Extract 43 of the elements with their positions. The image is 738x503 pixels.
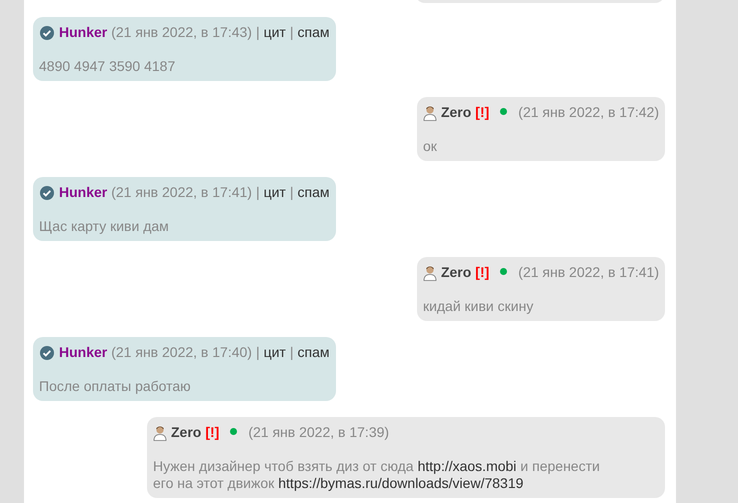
flag-mark: [!] (205, 424, 220, 441)
author-name[interactable]: Zero (171, 424, 202, 441)
action-link[interactable]: цит (264, 344, 286, 361)
separator: | (256, 184, 260, 201)
message-text: Нужен дизайнер чтоб взять диз от сюда (153, 458, 414, 475)
separator: | (290, 24, 294, 41)
author-name[interactable]: Zero (440, 104, 472, 121)
message-text: кидай киви скину (422, 298, 534, 315)
user-avatar-icon (422, 264, 437, 280)
message-time: (21 янв 2022, в 17:39) (248, 424, 390, 441)
message-text: 4890 4947 3590 4187 (39, 58, 176, 75)
flag-mark: [!] (475, 264, 490, 281)
message-time: (21 янв 2022, в 17:41) (518, 264, 659, 281)
verified-badge-icon (39, 184, 55, 200)
author-name[interactable]: Hunker (59, 184, 108, 201)
user-avatar-icon (422, 104, 437, 120)
flag-mark: [!] (475, 104, 490, 121)
separator: | (256, 344, 260, 361)
action-link[interactable]: спам (298, 184, 330, 201)
message-text: его на этот движок (153, 475, 274, 492)
author-name[interactable]: Hunker (59, 24, 108, 41)
message-link[interactable]: http://xaos.mobi (418, 458, 516, 475)
action-link[interactable]: цит (264, 24, 286, 41)
author-name[interactable]: Zero (440, 264, 472, 281)
separator: | (256, 24, 260, 41)
message-time: (21 янв 2022, в 17:40) (111, 344, 252, 361)
message-text: После оплаты работаю (39, 378, 191, 395)
verified-badge-icon (39, 344, 55, 360)
message-time: (21 янв 2022, в 17:43) (111, 24, 252, 41)
message-link[interactable]: https://bymas.ru/downloads/view/78319 (278, 475, 524, 492)
message-text: и перенести (520, 458, 600, 475)
message-time: (21 янв 2022, в 17:42) (518, 104, 659, 121)
action-link[interactable]: спам (298, 344, 330, 361)
action-link[interactable]: спам (298, 24, 330, 41)
message-text: Щас карту киви дам (39, 218, 169, 235)
verified-badge-icon (39, 24, 55, 40)
separator: | (290, 344, 294, 361)
author-name[interactable]: Hunker (59, 344, 108, 361)
message-time: (21 янв 2022, в 17:41) (111, 184, 252, 201)
separator: | (290, 184, 294, 201)
action-link[interactable]: цит (264, 184, 286, 201)
message-text: ок (422, 138, 437, 155)
user-avatar-icon (153, 424, 167, 440)
